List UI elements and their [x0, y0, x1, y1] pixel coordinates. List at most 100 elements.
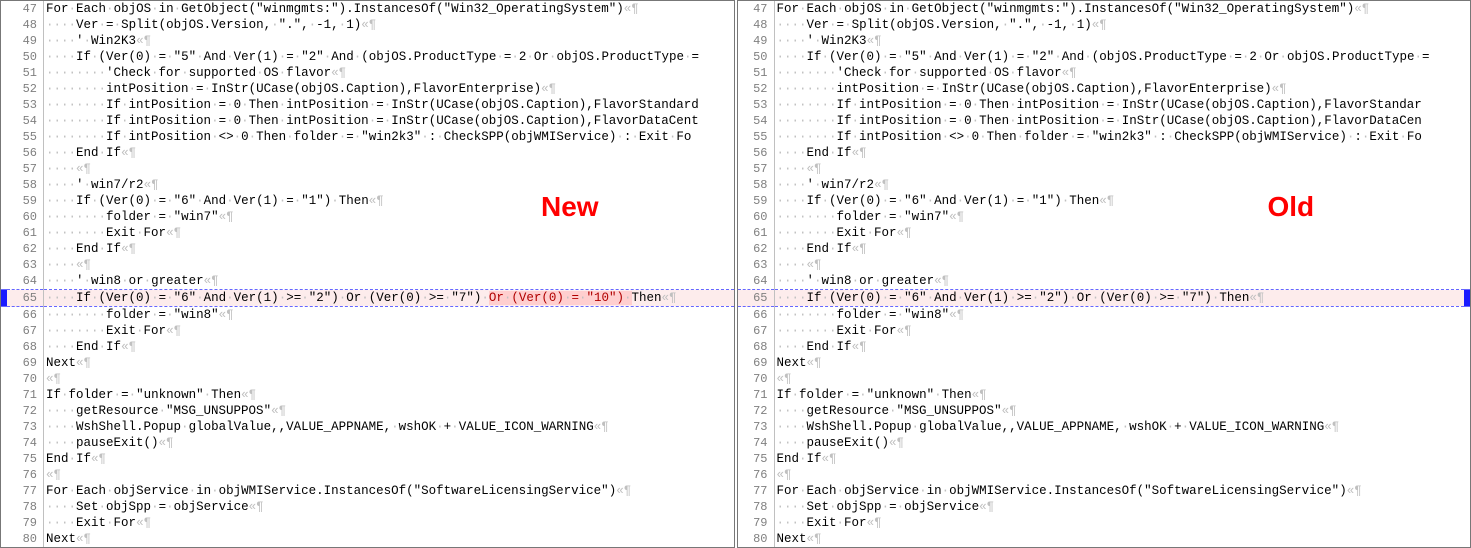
- code-line[interactable]: 55········If·intPosition·<>·0·Then·folde…: [1, 129, 734, 145]
- code-line[interactable]: 50····If·(Ver(0)·=·"5"·And·Ver(1)·=·"2"·…: [1, 49, 734, 65]
- code-cell[interactable]: ····End·If«¶: [44, 145, 734, 161]
- code-line[interactable]: 68····End·If«¶: [738, 339, 1471, 355]
- code-line[interactable]: 67········Exit·For«¶: [738, 323, 1471, 339]
- code-cell[interactable]: ····'·win8·or·greater«¶: [44, 273, 734, 290]
- code-cell[interactable]: ········intPosition·=·InStr(UCase(objOS.…: [44, 81, 734, 97]
- code-cell[interactable]: ····If·(Ver(0)·=·"6"·And·Ver(1)·=·"1")·T…: [44, 193, 734, 209]
- code-line[interactable]: 59····If·(Ver(0)·=·"6"·And·Ver(1)·=·"1")…: [738, 193, 1471, 209]
- code-cell[interactable]: ····'·win8·or·greater«¶: [774, 273, 1464, 290]
- code-line[interactable]: 56····End·If«¶: [1, 145, 734, 161]
- code-line[interactable]: 61········Exit·For«¶: [1, 225, 734, 241]
- code-cell[interactable]: ····Ver·=·Split(objOS.Version,·".",·-1,·…: [774, 17, 1464, 33]
- code-cell[interactable]: ········If·intPosition·=·0·Then·intPosit…: [44, 113, 734, 129]
- code-cell[interactable]: ········If·intPosition·<>·0·Then·folder·…: [774, 129, 1464, 145]
- code-cell[interactable]: ····'·Win2K3«¶: [44, 33, 734, 49]
- code-line[interactable]: 65····If·(Ver(0)·=·"6"·And·Ver(1)·>=·"2"…: [1, 290, 734, 307]
- code-cell[interactable]: ····End·If«¶: [774, 339, 1464, 355]
- code-cell[interactable]: For·Each·objService·in·objWMIService.Ins…: [44, 483, 734, 499]
- code-line[interactable]: 57····«¶: [1, 161, 734, 177]
- code-cell[interactable]: Next«¶: [44, 355, 734, 371]
- right-pane[interactable]: 47For·Each·objOS·in·GetObject("winmgmts:…: [737, 0, 1471, 548]
- code-cell[interactable]: Next«¶: [774, 531, 1464, 547]
- code-line[interactable]: 79····Exit·For«¶: [1, 515, 734, 531]
- code-cell[interactable]: ····WshShell.Popup·globalValue,,VALUE_AP…: [774, 419, 1464, 435]
- code-cell[interactable]: ········'Check·for·supported·OS·flavor«¶: [774, 65, 1464, 81]
- code-cell[interactable]: For·Each·objService·in·objWMIService.Ins…: [774, 483, 1464, 499]
- code-cell[interactable]: ····«¶: [44, 257, 734, 273]
- code-line[interactable]: 54········If·intPosition·=·0·Then·intPos…: [738, 113, 1471, 129]
- code-line[interactable]: 47For·Each·objOS·in·GetObject("winmgmts:…: [1, 1, 734, 17]
- code-cell[interactable]: ········folder·=·"win8"«¶: [44, 307, 734, 324]
- code-line[interactable]: 74····pauseExit()«¶: [738, 435, 1471, 451]
- code-line[interactable]: 75End·If«¶: [738, 451, 1471, 467]
- code-cell[interactable]: ····«¶: [774, 257, 1464, 273]
- code-cell[interactable]: ········'Check·for·supported·OS·flavor«¶: [44, 65, 734, 81]
- code-line[interactable]: 58····'·win7/r2«¶: [738, 177, 1471, 193]
- code-cell[interactable]: ····pauseExit()«¶: [44, 435, 734, 451]
- code-line[interactable]: 60········folder·=·"win7"«¶: [738, 209, 1471, 225]
- code-cell[interactable]: ····Set·objSpp·=·objService«¶: [774, 499, 1464, 515]
- code-line[interactable]: 63····«¶: [738, 257, 1471, 273]
- code-line[interactable]: 79····Exit·For«¶: [738, 515, 1471, 531]
- code-line[interactable]: 53········If·intPosition·=·0·Then·intPos…: [1, 97, 734, 113]
- code-line[interactable]: 72····getResource·"MSG_UNSUPPOS"«¶: [738, 403, 1471, 419]
- code-line[interactable]: 77For·Each·objService·in·objWMIService.I…: [1, 483, 734, 499]
- code-line[interactable]: 70«¶: [738, 371, 1471, 387]
- code-line[interactable]: 55········If·intPosition·<>·0·Then·folde…: [738, 129, 1471, 145]
- code-cell[interactable]: ········Exit·For«¶: [774, 323, 1464, 339]
- code-cell[interactable]: ····getResource·"MSG_UNSUPPOS"«¶: [44, 403, 734, 419]
- code-cell[interactable]: «¶: [774, 371, 1464, 387]
- code-cell[interactable]: ····Set·objSpp·=·objService«¶: [44, 499, 734, 515]
- code-line[interactable]: 66········folder·=·"win8"«¶: [738, 307, 1471, 324]
- code-cell[interactable]: ····WshShell.Popup·globalValue,,VALUE_AP…: [44, 419, 734, 435]
- code-cell[interactable]: ····If·(Ver(0)·=·"6"·And·Ver(1)·>=·"2")·…: [774, 290, 1464, 307]
- code-line[interactable]: 62····End·If«¶: [738, 241, 1471, 257]
- code-line[interactable]: 64····'·win8·or·greater«¶: [738, 273, 1471, 290]
- code-cell[interactable]: ····'·win7/r2«¶: [44, 177, 734, 193]
- code-line[interactable]: 80Next«¶: [1, 531, 734, 547]
- code-line[interactable]: 72····getResource·"MSG_UNSUPPOS"«¶: [1, 403, 734, 419]
- code-line[interactable]: 50····If·(Ver(0)·=·"5"·And·Ver(1)·=·"2"·…: [738, 49, 1471, 65]
- code-cell[interactable]: Next«¶: [774, 355, 1464, 371]
- code-cell[interactable]: ····End·If«¶: [774, 145, 1464, 161]
- code-cell[interactable]: «¶: [44, 371, 734, 387]
- code-cell[interactable]: ····'·Win2K3«¶: [774, 33, 1464, 49]
- code-cell[interactable]: ········Exit·For«¶: [44, 323, 734, 339]
- code-cell[interactable]: ····End·If«¶: [774, 241, 1464, 257]
- code-line[interactable]: 62····End·If«¶: [1, 241, 734, 257]
- code-cell[interactable]: ····End·If«¶: [44, 339, 734, 355]
- code-line[interactable]: 47For·Each·objOS·in·GetObject("winmgmts:…: [738, 1, 1471, 17]
- code-line[interactable]: 52········intPosition·=·InStr(UCase(objO…: [1, 81, 734, 97]
- code-cell[interactable]: ········Exit·For«¶: [774, 225, 1464, 241]
- code-cell[interactable]: ····Exit·For«¶: [44, 515, 734, 531]
- code-cell[interactable]: ········If·intPosition·=·0·Then·intPosit…: [774, 97, 1464, 113]
- code-cell[interactable]: ········If·intPosition·=·0·Then·intPosit…: [44, 97, 734, 113]
- code-line[interactable]: 51········'Check·for·supported·OS·flavor…: [738, 65, 1471, 81]
- code-cell[interactable]: ········intPosition·=·InStr(UCase(objOS.…: [774, 81, 1464, 97]
- code-cell[interactable]: ····If·(Ver(0)·=·"5"·And·Ver(1)·=·"2"·An…: [774, 49, 1464, 65]
- code-cell[interactable]: ····If·(Ver(0)·=·"6"·And·Ver(1)·>=·"2")·…: [44, 290, 734, 307]
- code-line[interactable]: 76«¶: [1, 467, 734, 483]
- code-cell[interactable]: ········folder·=·"win7"«¶: [44, 209, 734, 225]
- code-line[interactable]: 70«¶: [1, 371, 734, 387]
- code-line[interactable]: 71If·folder·=·"unknown"·Then«¶: [1, 387, 734, 403]
- code-cell[interactable]: End·If«¶: [44, 451, 734, 467]
- code-line[interactable]: 58····'·win7/r2«¶: [1, 177, 734, 193]
- code-cell[interactable]: ········folder·=·"win7"«¶: [774, 209, 1464, 225]
- code-cell[interactable]: For·Each·objOS·in·GetObject("winmgmts:")…: [44, 1, 734, 17]
- code-cell[interactable]: ········If·intPosition·<>·0·Then·folder·…: [44, 129, 734, 145]
- code-line[interactable]: 66········folder·=·"win8"«¶: [1, 307, 734, 324]
- code-cell[interactable]: ····pauseExit()«¶: [774, 435, 1464, 451]
- code-cell[interactable]: ····getResource·"MSG_UNSUPPOS"«¶: [774, 403, 1464, 419]
- code-line[interactable]: 74····pauseExit()«¶: [1, 435, 734, 451]
- code-line[interactable]: 48····Ver·=·Split(objOS.Version,·".",·-1…: [738, 17, 1471, 33]
- code-line[interactable]: 54········If·intPosition·=·0·Then·intPos…: [1, 113, 734, 129]
- code-line[interactable]: 65····If·(Ver(0)·=·"6"·And·Ver(1)·>=·"2"…: [738, 290, 1471, 307]
- code-cell[interactable]: End·If«¶: [774, 451, 1464, 467]
- code-cell[interactable]: For·Each·objOS·in·GetObject("winmgmts:")…: [774, 1, 1464, 17]
- code-line[interactable]: 51········'Check·for·supported·OS·flavor…: [1, 65, 734, 81]
- code-line[interactable]: 73····WshShell.Popup·globalValue,,VALUE_…: [1, 419, 734, 435]
- code-cell[interactable]: ····End·If«¶: [44, 241, 734, 257]
- code-line[interactable]: 63····«¶: [1, 257, 734, 273]
- code-cell[interactable]: ········folder·=·"win8"«¶: [774, 307, 1464, 324]
